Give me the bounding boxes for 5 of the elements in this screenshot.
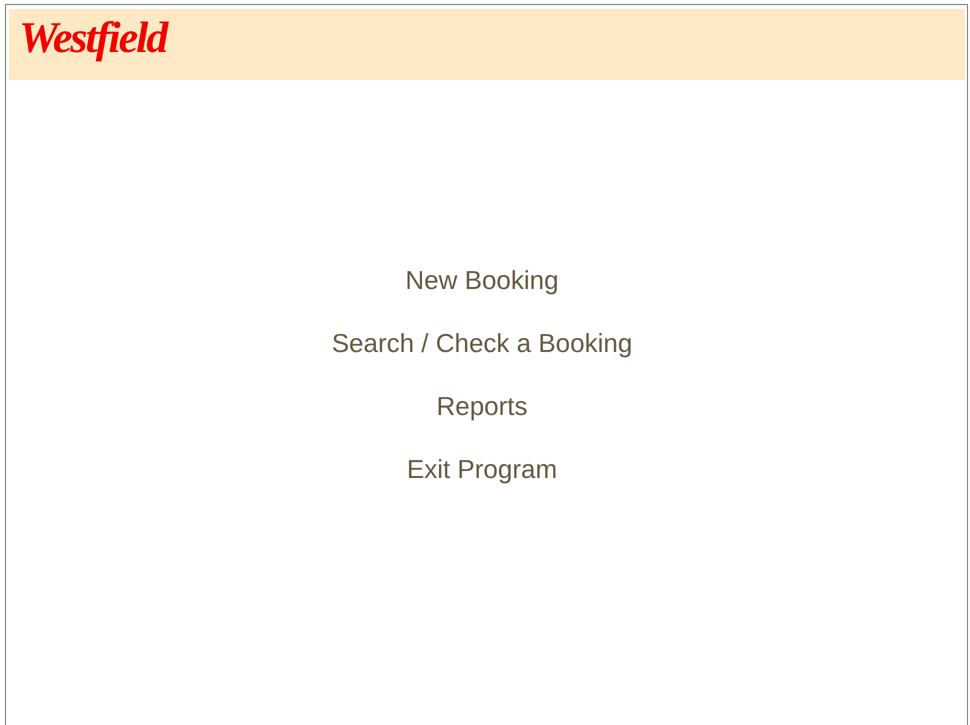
menu-link[interactable]: Search / Check a Booking bbox=[332, 326, 632, 360]
menu-link[interactable]: New Booking bbox=[405, 263, 559, 297]
menu-link[interactable]: Exit Program bbox=[406, 452, 558, 486]
menu-link[interactable]: Reports bbox=[436, 389, 528, 423]
logo: Westfield bbox=[19, 16, 166, 60]
